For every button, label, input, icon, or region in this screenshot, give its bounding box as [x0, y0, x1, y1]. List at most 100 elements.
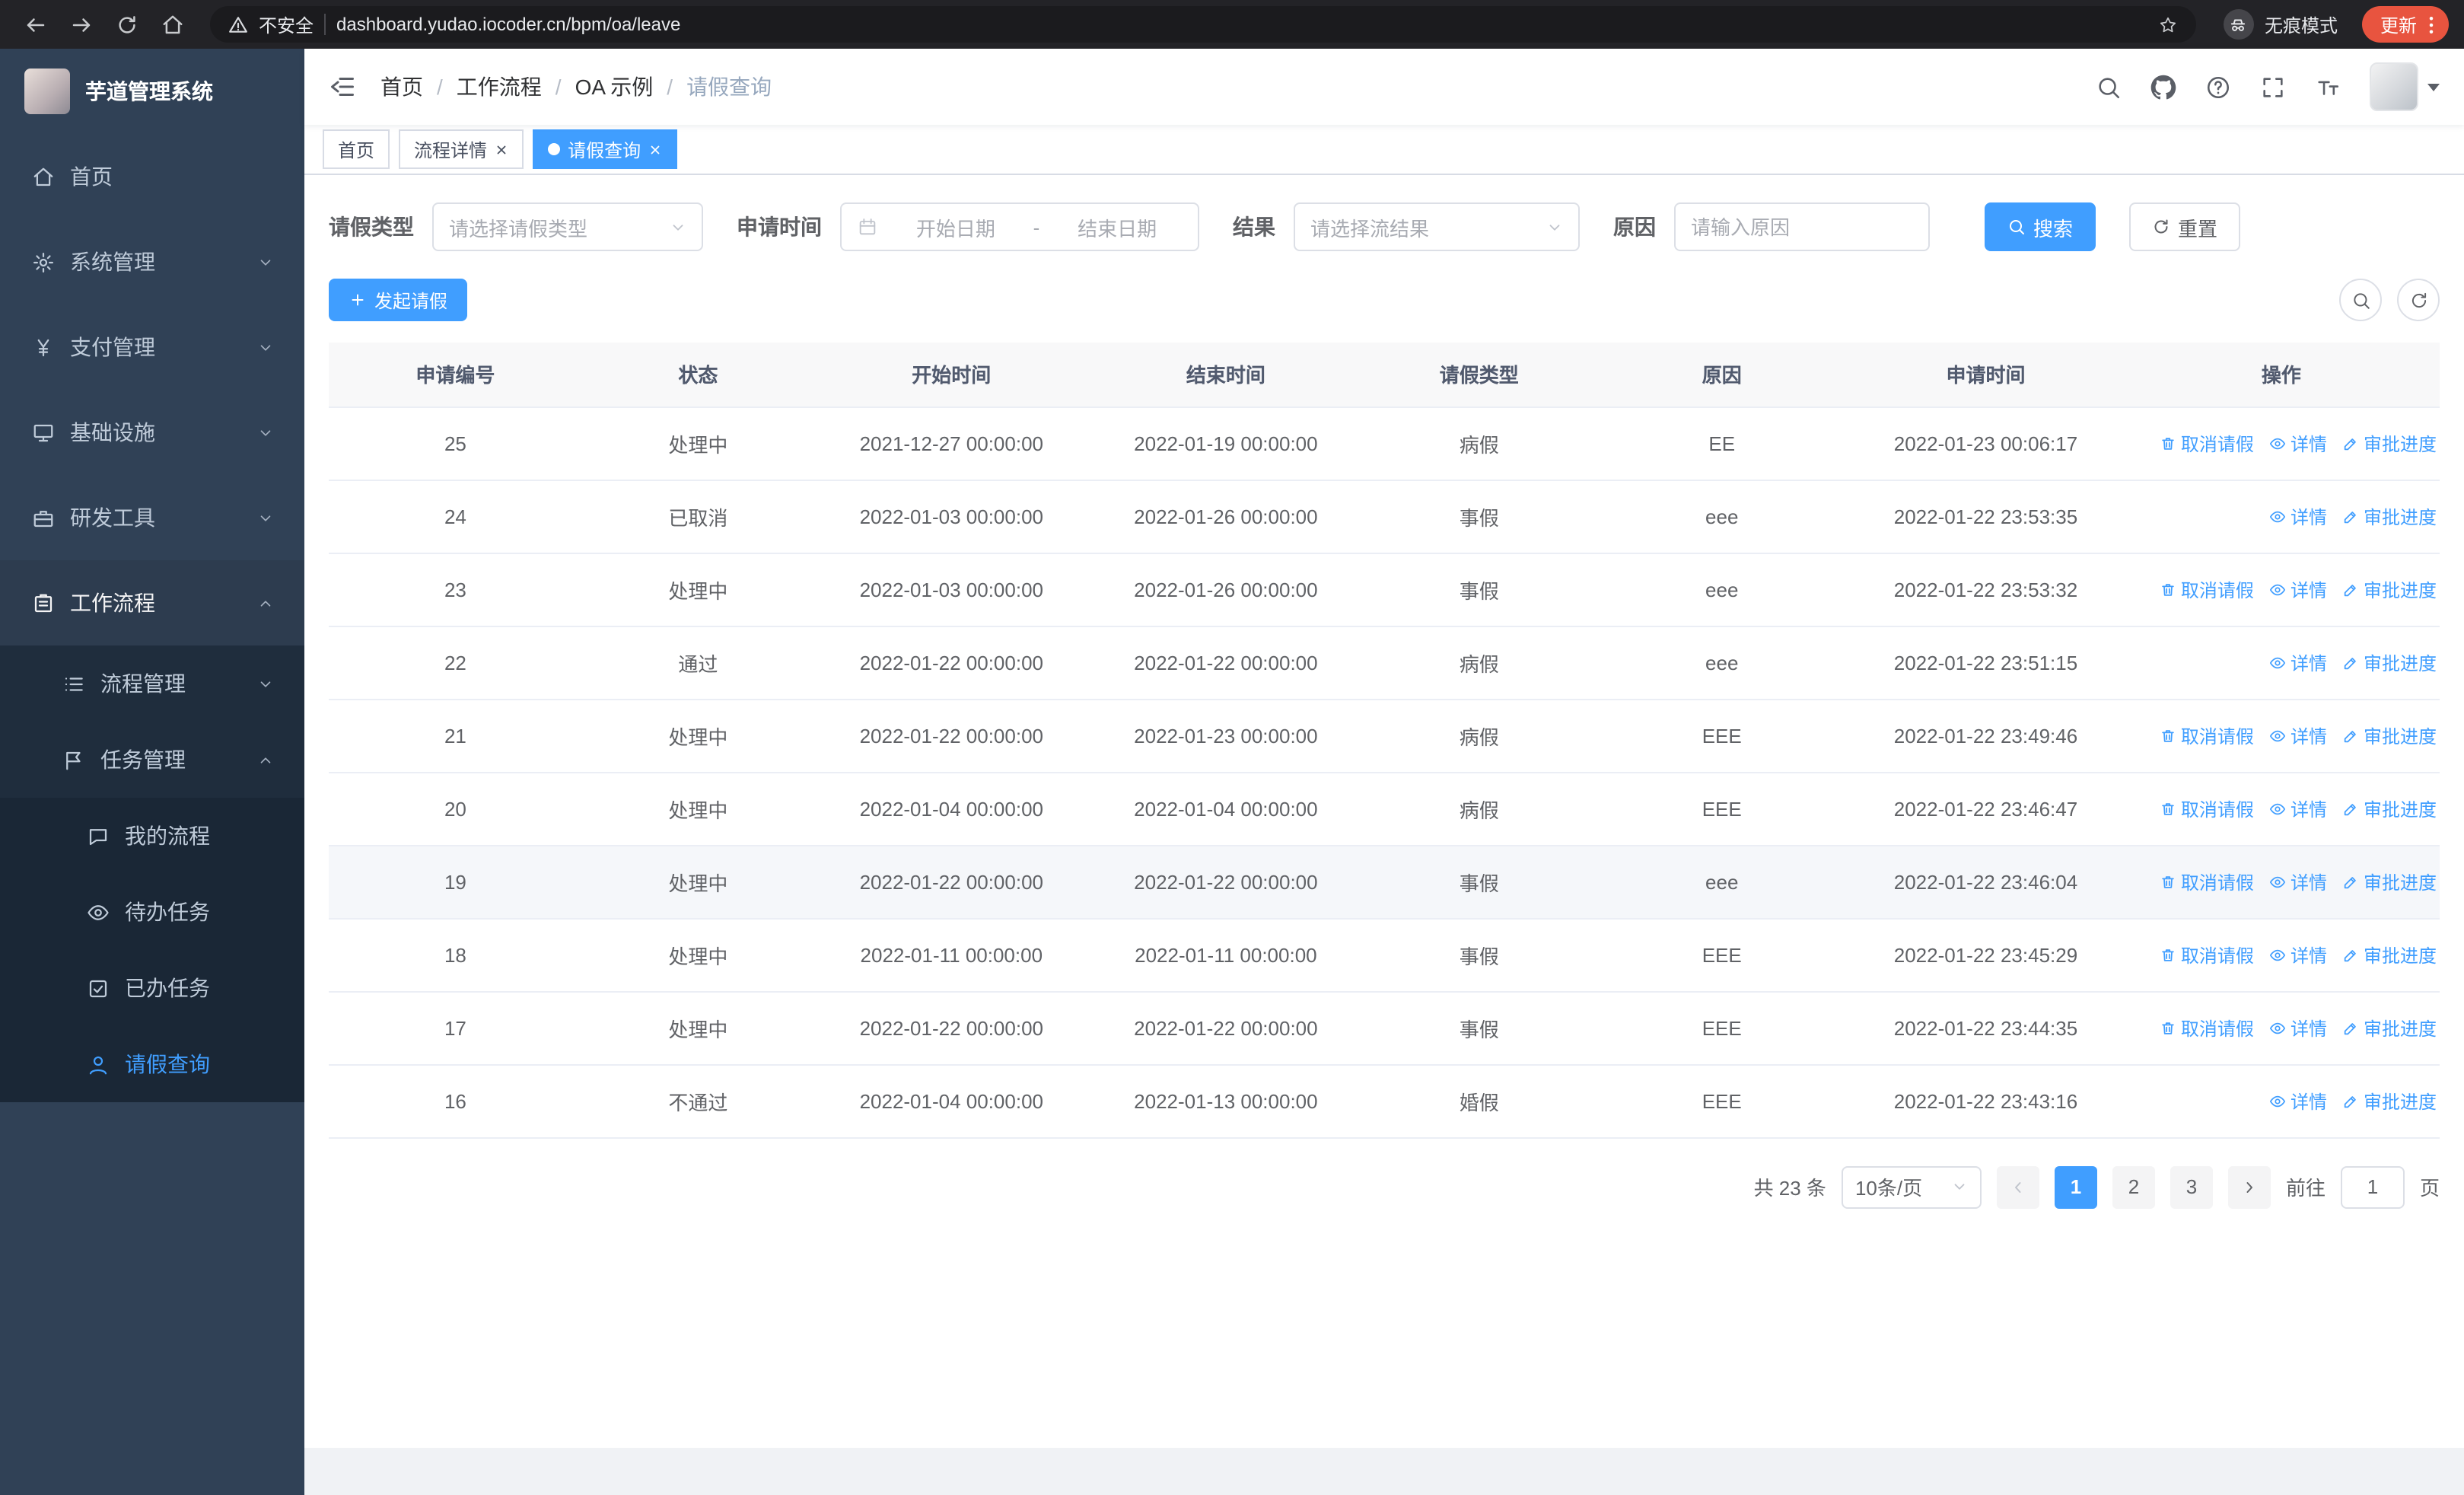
caret-down-icon	[2427, 83, 2440, 91]
apply-time-range-picker[interactable]: 开始日期 - 结束日期	[840, 202, 1199, 251]
detail-action-link[interactable]: 详情	[2269, 942, 2327, 967]
detail-action-link[interactable]: 详情	[2269, 649, 2327, 675]
sidebar-item-workflow[interactable]: 工作流程	[0, 560, 304, 645]
reload-button[interactable]	[107, 5, 146, 44]
detail-action-link[interactable]: 详情	[2269, 869, 2327, 894]
breadcrumb-item[interactable]: 首页	[380, 72, 423, 102]
table-row[interactable]: 17 处理中 2022-01-22 00:00:00 2022-01-22 00…	[329, 991, 2440, 1065]
table-row[interactable]: 24 已取消 2022-01-03 00:00:00 2022-01-26 00…	[329, 480, 2440, 553]
table-row[interactable]: 23 处理中 2022-01-03 00:00:00 2022-01-26 00…	[329, 553, 2440, 626]
table-row[interactable]: 21 处理中 2022-01-22 00:00:00 2022-01-23 00…	[329, 699, 2440, 773]
progress-action-link[interactable]: 审批进度	[2342, 722, 2437, 748]
sidebar-item-infrastructure[interactable]: 基础设施	[0, 390, 304, 475]
search-button[interactable]: 搜索	[1985, 202, 2096, 251]
sidebar-logo[interactable]: 芋道管理系统	[0, 49, 304, 134]
table-row[interactable]: 19 处理中 2022-01-22 00:00:00 2022-01-22 00…	[329, 845, 2440, 919]
bookmark-star-icon[interactable]	[2158, 14, 2178, 34]
sidebar-fold-icon[interactable]	[329, 73, 356, 100]
progress-action-link[interactable]: 审批进度	[2342, 1015, 2437, 1041]
sidebar-item-done-tasks[interactable]: 已办任务	[0, 950, 304, 1026]
github-icon[interactable]	[2150, 74, 2176, 100]
breadcrumb-item[interactable]: OA 示例	[575, 72, 654, 102]
detail-action-link[interactable]: 详情	[2269, 795, 2327, 821]
search-icon[interactable]	[2096, 74, 2122, 100]
page-button-2[interactable]: 2	[2112, 1165, 2155, 1208]
detail-action-link[interactable]: 详情	[2269, 722, 2327, 748]
leave-type-select[interactable]: 请选择请假类型	[432, 202, 703, 251]
page-button-1[interactable]: 1	[2054, 1165, 2097, 1208]
col-actions: 操作	[2122, 343, 2440, 407]
workflow-icon	[30, 591, 55, 614]
sidebar-item-task-management[interactable]: 任务管理	[0, 722, 304, 798]
chevron-down-icon	[257, 509, 274, 526]
toggle-search-button[interactable]	[2339, 279, 2382, 321]
progress-action-link[interactable]: 审批进度	[2342, 503, 2437, 529]
table-row[interactable]: 20 处理中 2022-01-04 00:00:00 2022-01-04 00…	[329, 772, 2440, 846]
progress-action-link[interactable]: 审批进度	[2342, 942, 2437, 967]
progress-action-link[interactable]: 审批进度	[2342, 1088, 2437, 1114]
create-leave-button[interactable]: 发起请假	[329, 279, 468, 321]
cell-leave-type: 事假	[1363, 845, 1596, 919]
back-button[interactable]	[15, 5, 55, 44]
cancel-action-link[interactable]: 取消请假	[2160, 942, 2254, 967]
cancel-action-link[interactable]: 取消请假	[2160, 576, 2254, 602]
forward-button[interactable]	[61, 5, 100, 44]
tab-home[interactable]: 首页	[323, 129, 390, 169]
detail-action-link[interactable]: 详情	[2269, 1015, 2327, 1041]
progress-action-link[interactable]: 审批进度	[2342, 869, 2437, 894]
cell-apply-time: 2022-01-22 23:53:32	[1848, 553, 2123, 626]
progress-action-link[interactable]: 审批进度	[2342, 649, 2437, 675]
breadcrumb-item[interactable]: 工作流程	[457, 72, 542, 102]
sidebar-item-leave-query[interactable]: 请假查询	[0, 1026, 304, 1102]
incognito-indicator: 无痕模式	[2214, 9, 2347, 40]
sidebar-item-system-management[interactable]: 系统管理	[0, 219, 304, 304]
action-label: 审批进度	[2363, 1091, 2437, 1112]
goto-page-input[interactable]	[2340, 1165, 2405, 1208]
reason-input[interactable]	[1691, 215, 1913, 238]
detail-action-link[interactable]: 详情	[2269, 503, 2327, 529]
prev-page-button[interactable]	[1996, 1165, 2039, 1208]
detail-action-link[interactable]: 详情	[2269, 576, 2327, 602]
progress-action-link[interactable]: 审批进度	[2342, 795, 2437, 821]
progress-action-link[interactable]: 审批进度	[2342, 430, 2437, 456]
refresh-table-button[interactable]	[2397, 279, 2440, 321]
page-size-select[interactable]: 10条/页	[1841, 1165, 1982, 1208]
next-page-button[interactable]	[2227, 1165, 2271, 1208]
cancel-action-link[interactable]: 取消请假	[2160, 722, 2254, 748]
page-button-3[interactable]: 3	[2170, 1165, 2213, 1208]
detail-action-link[interactable]: 详情	[2269, 1088, 2327, 1114]
cancel-action-link[interactable]: 取消请假	[2160, 795, 2254, 821]
sidebar-item-payment-management[interactable]: 支付管理	[0, 304, 304, 390]
detail-action-link[interactable]: 详情	[2269, 430, 2327, 456]
table-row[interactable]: 25 处理中 2021-12-27 00:00:00 2022-01-19 00…	[329, 406, 2440, 480]
close-icon[interactable]	[495, 142, 508, 156]
close-icon[interactable]	[648, 142, 662, 156]
progress-action-link[interactable]: 审批进度	[2342, 576, 2437, 602]
sidebar-item-process-management[interactable]: 流程管理	[0, 645, 304, 722]
user-menu[interactable]	[2370, 62, 2440, 111]
filter-bar: 请假类型 请选择请假类型 申请时间 开始日期 - 结束日期 结果 请选择流结果 …	[329, 202, 2440, 251]
table-row[interactable]: 22 通过 2022-01-22 00:00:00 2022-01-22 00:…	[329, 626, 2440, 700]
result-select[interactable]: 请选择流结果	[1294, 202, 1580, 251]
font-size-icon[interactable]	[2315, 74, 2341, 100]
reset-button[interactable]: 重置	[2129, 202, 2241, 251]
cancel-action-link[interactable]: 取消请假	[2160, 430, 2254, 456]
sidebar-item-dev-tools[interactable]: 研发工具	[0, 475, 304, 560]
table-row[interactable]: 16 不通过 2022-01-04 00:00:00 2022-01-13 00…	[329, 1064, 2440, 1138]
menu-dots-icon[interactable]	[2420, 13, 2443, 36]
sidebar-item-home[interactable]: 首页	[0, 134, 304, 219]
address-bar[interactable]: 不安全 dashboard.yudao.iocoder.cn/bpm/oa/le…	[210, 6, 2196, 43]
cancel-action-link[interactable]: 取消请假	[2160, 869, 2254, 894]
fullscreen-icon[interactable]	[2260, 74, 2286, 100]
home-button[interactable]	[152, 5, 192, 44]
help-icon[interactable]	[2205, 74, 2231, 100]
cancel-action-link[interactable]: 取消请假	[2160, 1015, 2254, 1041]
sidebar-item-my-process[interactable]: 我的流程	[0, 798, 304, 874]
edit-icon	[2342, 800, 2359, 817]
home-icon	[30, 165, 55, 188]
update-chip[interactable]: 更新	[2361, 6, 2449, 43]
tab-process-detail[interactable]: 流程详情	[399, 129, 524, 169]
tab-leave-query[interactable]: 请假查询	[533, 129, 678, 169]
table-row[interactable]: 18 处理中 2022-01-11 00:00:00 2022-01-11 00…	[329, 918, 2440, 992]
sidebar-item-todo-tasks[interactable]: 待办任务	[0, 874, 304, 950]
